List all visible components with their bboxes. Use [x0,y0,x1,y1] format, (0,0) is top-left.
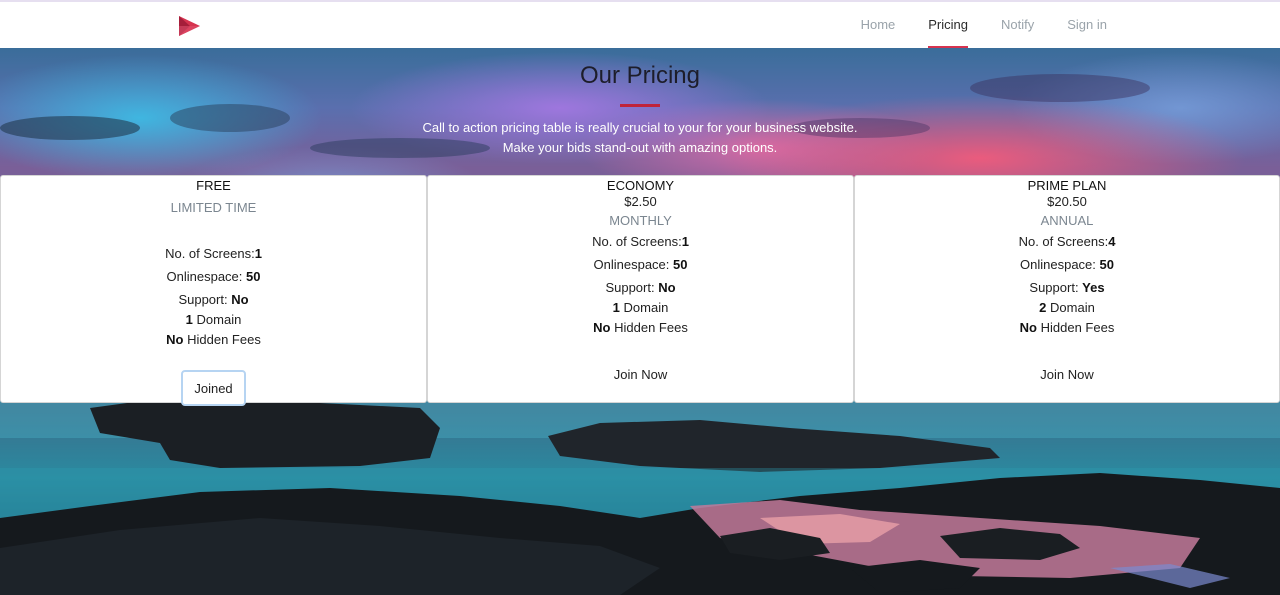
join-now-button[interactable]: Join Now [614,366,667,384]
feature-screens: No. of Screens:1 [165,246,262,261]
hero-subtitle-line-1: Call to action pricing table is really c… [422,120,858,135]
plan-period: LIMITED TIME [170,200,257,215]
plan-name: ECONOMY [606,178,675,193]
feature-hidden-fees: No Hidden Fees [166,332,261,347]
nav-link-home[interactable]: Home [861,2,896,48]
nav-link-pricing[interactable]: Pricing [928,2,968,48]
feature-onlinespace: Onlinespace: 50 [1020,257,1114,272]
nav-links: Home Pricing Notify Sign in [828,2,1107,48]
plan-card-free: FREE LIMITED TIME No. of Screens:1 Onlin… [0,175,427,406]
hero-subtitle-line-2: Make your bids stand-out with amazing op… [502,140,778,155]
feature-hidden-fees: No Hidden Fees [593,320,688,335]
join-now-button[interactable]: Join Now [1040,366,1093,384]
feature-domain: 1 Domain [612,300,669,315]
plan-name: FREE [196,178,231,193]
feature-screens: No. of Screens:4 [1018,234,1116,249]
plan-period: ANNUAL [1040,213,1094,228]
hero-subtitle: Call to action pricing table is really c… [0,118,1280,158]
top-navbar: Home Pricing Notify Sign in [0,0,1280,48]
page-title: Our Pricing [579,62,701,89]
title-underline [620,104,660,107]
plan-price: $20.50 [1047,194,1087,209]
nav-link-sign-in[interactable]: Sign in [1067,2,1107,48]
joined-button[interactable]: Joined [181,370,246,406]
feature-onlinespace: Onlinespace: 50 [166,269,261,284]
feature-hidden-fees: No Hidden Fees [1019,320,1115,335]
nav-link-notify[interactable]: Notify [1001,2,1034,48]
play-logo-icon[interactable] [176,14,202,38]
plan-period: MONTHLY [609,213,672,228]
feature-domain: 1 Domain [185,312,242,327]
feature-onlinespace: Onlinespace: 50 [593,257,688,272]
feature-support: Support: No [605,280,676,295]
plan-name: PRIME PLAN [1027,178,1107,193]
feature-domain: 2 Domain [1039,300,1095,315]
plan-price: $2.50 [624,194,657,209]
plan-card-prime: PRIME PLAN $20.50 ANNUAL No. of Screens:… [854,175,1280,403]
feature-support: Support: Yes [1029,280,1105,295]
feature-screens: No. of Screens:1 [592,234,689,249]
pricing-table: FREE LIMITED TIME No. of Screens:1 Onlin… [0,175,1280,406]
feature-support: Support: No [178,292,249,307]
plan-card-economy: ECONOMY $2.50 MONTHLY No. of Screens:1 O… [427,175,854,403]
